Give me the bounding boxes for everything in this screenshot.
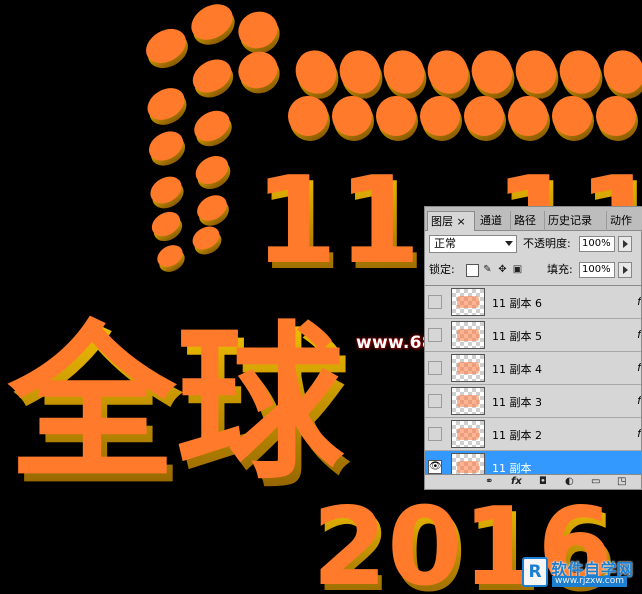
- layer-thumbnail: [451, 387, 485, 415]
- layer-name: 11 副本 6: [492, 297, 542, 310]
- dot: [471, 50, 513, 94]
- fill-stepper[interactable]: [618, 262, 632, 278]
- tab-actions[interactable]: 动作: [607, 211, 642, 231]
- tab-paths[interactable]: 路径: [511, 211, 545, 231]
- tab-channels[interactable]: 通道: [477, 211, 511, 231]
- logo-url: www.rjzxw.com: [552, 576, 627, 587]
- new-layer-icon[interactable]: ◳: [617, 476, 626, 487]
- layer-name: 11 副本 3: [492, 396, 542, 409]
- opacity-input[interactable]: 100%: [579, 236, 615, 252]
- layer-name: 11 副本 5: [492, 330, 542, 343]
- visibility-toggle[interactable]: [428, 394, 442, 408]
- layer-row[interactable]: 11 副本 5 f: [425, 319, 641, 352]
- adjustment-icon[interactable]: ◐: [565, 476, 574, 487]
- layer-thumbnail: [451, 420, 485, 448]
- big-digits-11-left: 11 11: [254, 152, 425, 297]
- layer-name: 11 副本 2: [492, 429, 542, 442]
- dot: [238, 51, 278, 89]
- layer-row[interactable]: 11 副本 6 f: [425, 286, 641, 319]
- headline-text: 全球 全球: [7, 306, 351, 510]
- visibility-toggle[interactable]: [428, 295, 442, 309]
- layers-panel: 图层 × 通道 路径 历史记录 动作 正常 不透明度: 100% 锁定: ✎ ✥…: [424, 206, 642, 490]
- eye-icon[interactable]: 👁: [428, 460, 442, 474]
- brush-icon[interactable]: ✎: [482, 264, 493, 275]
- layer-thumbnail: [451, 288, 485, 316]
- dot: [238, 11, 278, 49]
- dot: [420, 95, 460, 136]
- mask-icon[interactable]: ◘: [539, 476, 547, 487]
- dot: [288, 96, 328, 136]
- lock-transparency-icon[interactable]: [466, 264, 479, 277]
- link-icon[interactable]: ⚭: [485, 476, 493, 487]
- fill-input[interactable]: 100%: [579, 262, 615, 278]
- dot: [515, 50, 557, 94]
- dot: [559, 50, 601, 94]
- site-logo: R 软件自学网 www.rjzxw.com: [522, 557, 640, 589]
- panel-bottom-toolbar: ⚭ fx ◘ ◐ ▭ ◳: [425, 474, 641, 489]
- dot: [508, 96, 548, 136]
- layer-thumbnail: [451, 321, 485, 349]
- dot: [383, 50, 425, 94]
- chevron-down-icon: [505, 241, 513, 246]
- dot: [552, 96, 592, 136]
- lock-icon[interactable]: ▣: [512, 264, 523, 275]
- layer-thumbnail: [451, 354, 485, 382]
- dot: [427, 50, 469, 94]
- blend-opacity-row: 正常 不透明度: 100%: [429, 235, 637, 255]
- fill-label: 填充:: [547, 263, 573, 276]
- dot: [332, 95, 372, 136]
- fx-icon[interactable]: fx: [511, 476, 522, 487]
- layer-fx-icon[interactable]: f: [637, 427, 641, 440]
- lock-label: 锁定:: [429, 263, 455, 276]
- panel-tab-bar: 图层 × 通道 路径 历史记录 动作: [425, 207, 642, 231]
- visibility-toggle[interactable]: [428, 328, 442, 342]
- lock-fill-row: 锁定: ✎ ✥ ▣ 填充: 100%: [429, 261, 637, 281]
- tab-layers[interactable]: 图层 ×: [427, 211, 475, 231]
- layer-list: 11 副本 6 f 11 副本 5 f 11 副本 4 f 11 副本 3 f …: [425, 285, 641, 478]
- dot: [339, 50, 381, 94]
- visibility-toggle[interactable]: [428, 427, 442, 441]
- group-folder-icon[interactable]: ▭: [591, 476, 600, 487]
- layer-fx-icon[interactable]: f: [637, 295, 641, 308]
- layer-fx-icon[interactable]: f: [637, 361, 641, 374]
- big-digits: 11: [254, 152, 421, 291]
- dot: [376, 96, 416, 136]
- layer-fx-icon[interactable]: f: [637, 394, 641, 407]
- tab-history[interactable]: 历史记录: [545, 211, 607, 231]
- visibility-toggle[interactable]: [428, 361, 442, 375]
- dot: [464, 96, 504, 136]
- opacity-label: 不透明度:: [523, 237, 571, 250]
- layer-name: 11 副本 4: [492, 363, 542, 376]
- blend-mode-value: 正常: [434, 237, 456, 250]
- layer-row[interactable]: 11 副本 4 f: [425, 352, 641, 385]
- move-icon[interactable]: ✥: [497, 264, 508, 275]
- layer-row[interactable]: 11 副本 3 f: [425, 385, 641, 418]
- layer-fx-icon[interactable]: f: [637, 328, 641, 341]
- blend-mode-select[interactable]: 正常: [429, 235, 517, 253]
- headline: 全球: [7, 306, 345, 502]
- opacity-stepper[interactable]: [618, 236, 632, 252]
- logo-mark: R: [522, 557, 548, 587]
- dot: [295, 50, 337, 94]
- layer-row[interactable]: 11 副本 2 f: [425, 418, 641, 451]
